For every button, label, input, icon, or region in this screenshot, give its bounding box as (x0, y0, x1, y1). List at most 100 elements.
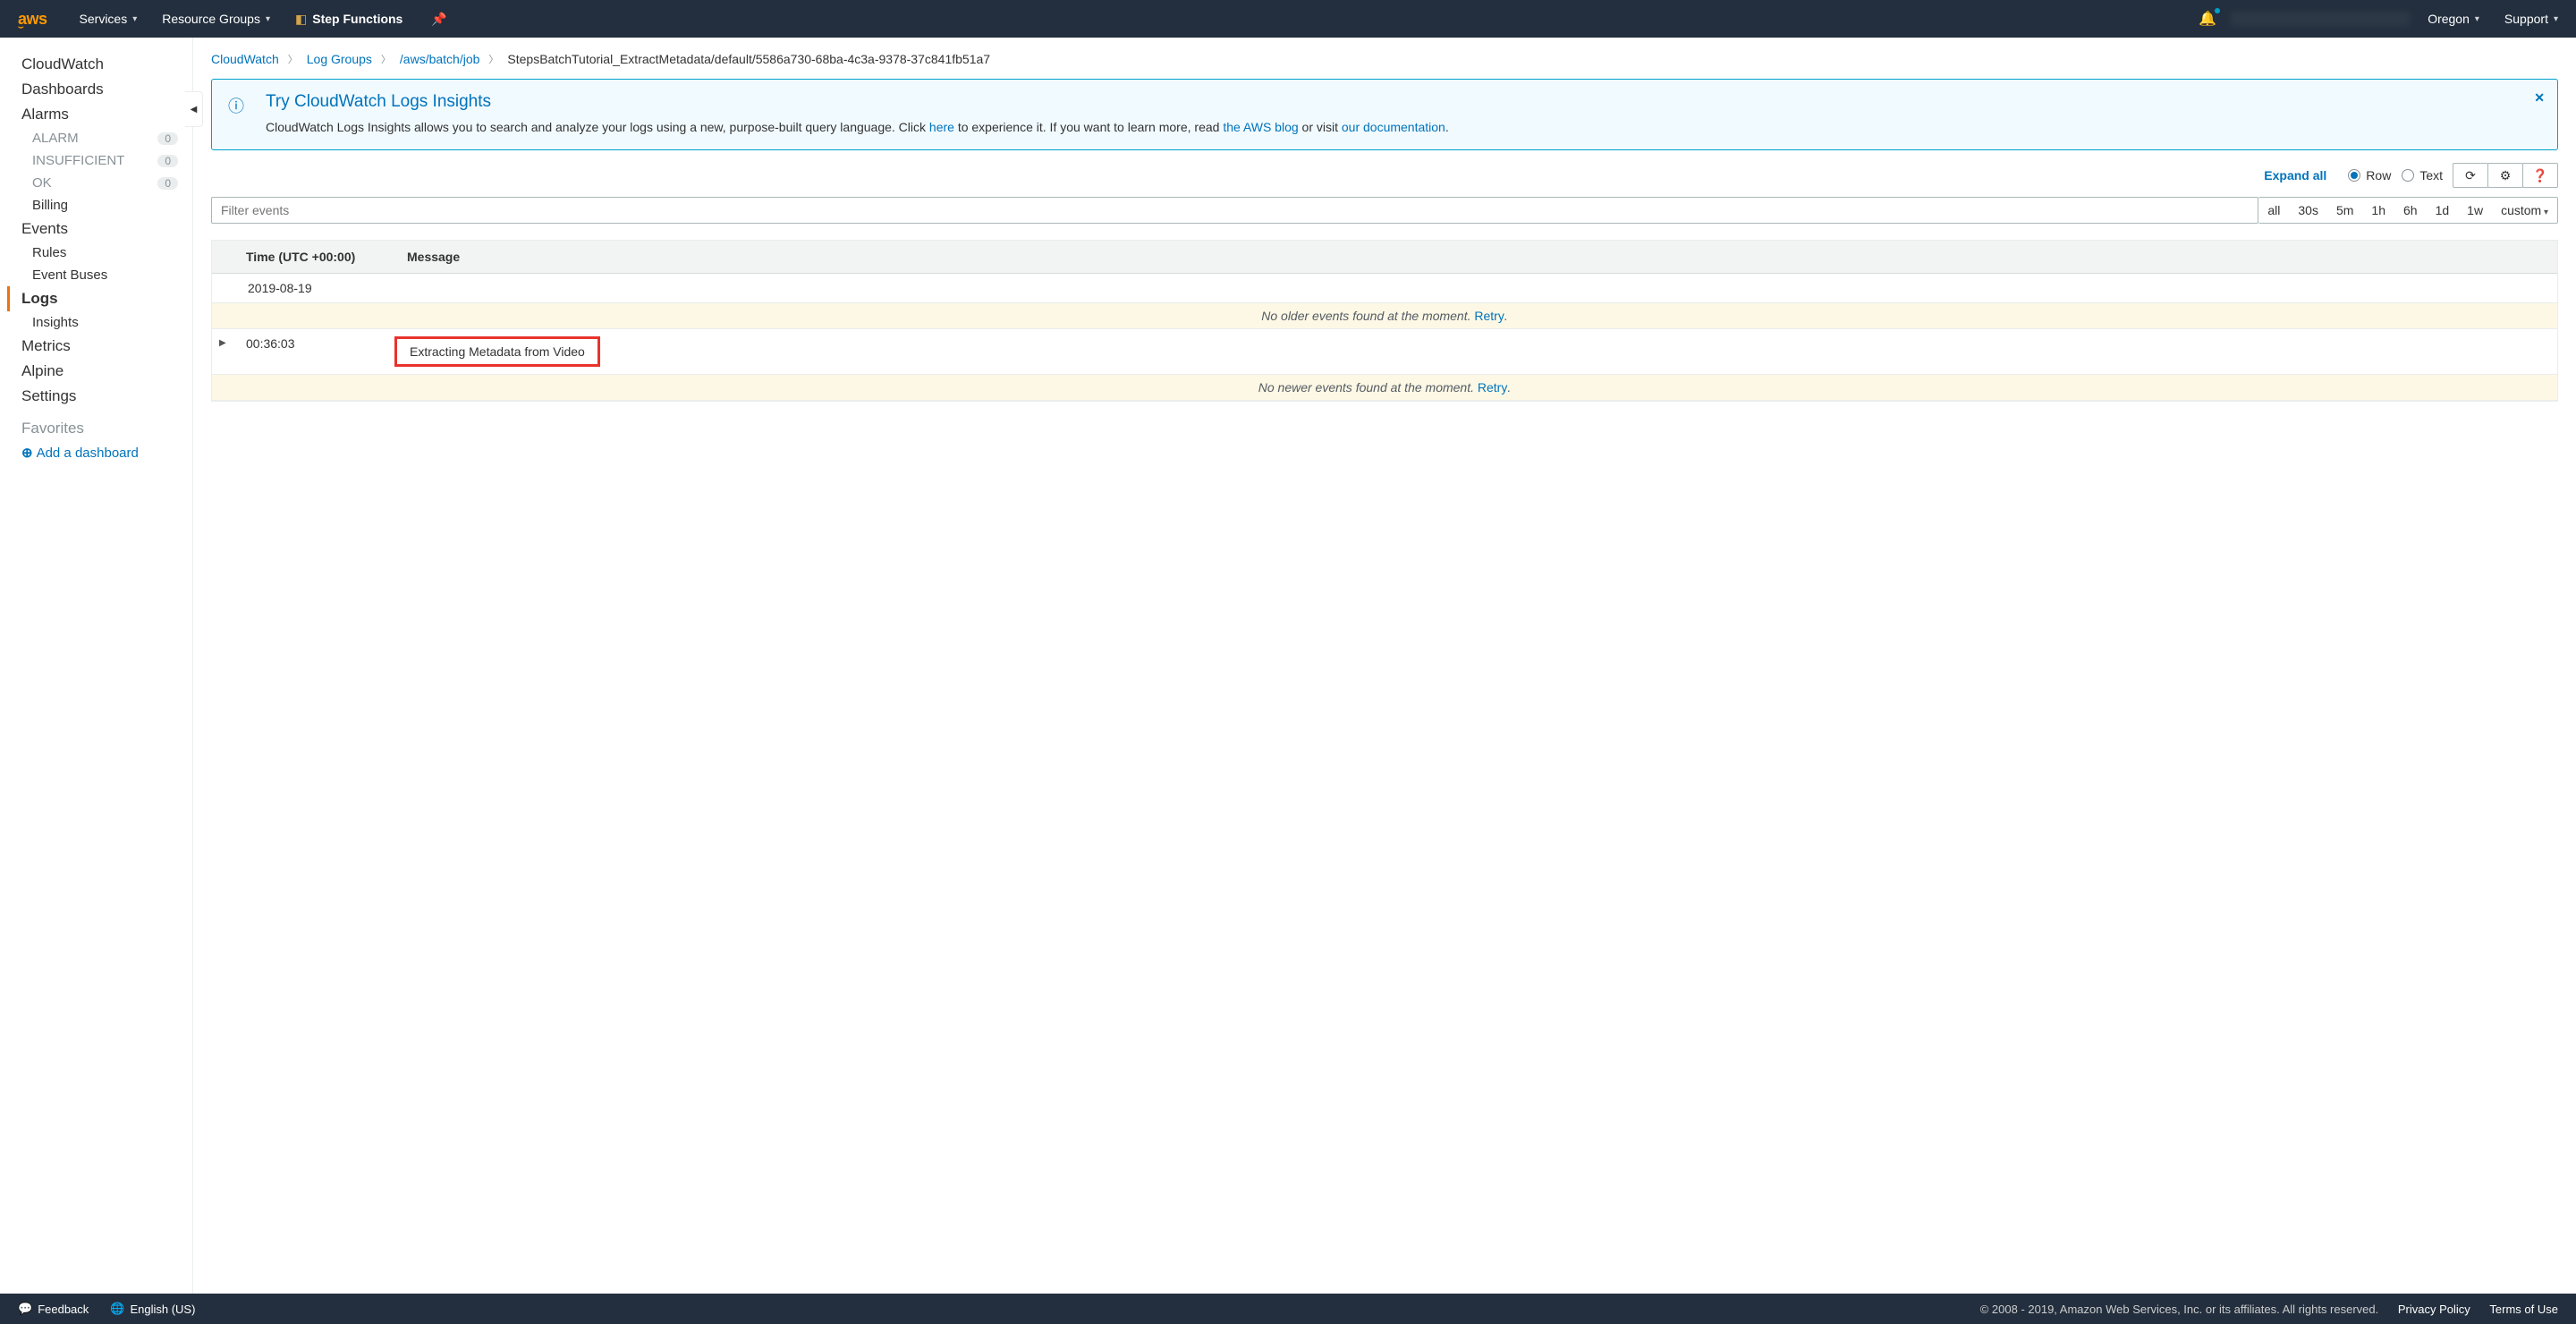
nav-step-functions[interactable]: ◧Step Functions (295, 12, 402, 27)
feedback-link[interactable]: 💬Feedback (18, 1302, 89, 1316)
highlighted-message: Extracting Metadata from Video (394, 336, 600, 367)
sidebar-ok-state[interactable]: OK0 (7, 172, 192, 194)
pill-all[interactable]: all (2258, 198, 2289, 223)
aws-logo[interactable]: aws⌣ (18, 10, 47, 29)
no-older-events-row: No older events found at the moment. Ret… (212, 303, 2557, 329)
sidebar-alarms[interactable]: Alarms (7, 102, 192, 127)
retry-older-link[interactable]: Retry (1474, 309, 1504, 323)
date-group-row: 2019-08-19 (212, 274, 2557, 303)
chevron-down-icon: ▾ (2554, 14, 2558, 24)
info-title: Try CloudWatch Logs Insights (266, 92, 1449, 112)
sidebar-logs[interactable]: Logs (7, 286, 192, 311)
pill-5m[interactable]: 5m (2327, 198, 2362, 223)
nav-support[interactable]: Support▾ (2504, 12, 2558, 26)
privacy-policy-link[interactable]: Privacy Policy (2398, 1303, 2470, 1316)
top-nav: aws⌣ Services▾ Resource Groups▾ ◧Step Fu… (0, 0, 2576, 38)
breadcrumb-current: StepsBatchTutorial_ExtractMetadata/defau… (507, 52, 990, 66)
sidebar-favorites-header: Favorites (7, 409, 192, 441)
nav-resource-groups[interactable]: Resource Groups▾ (162, 12, 270, 26)
count-badge: 0 (157, 132, 178, 145)
nav-services[interactable]: Services▾ (80, 12, 138, 26)
chat-icon: 💬 (18, 1302, 32, 1316)
pill-6h[interactable]: 6h (2394, 198, 2427, 223)
table-header: Time (UTC +00:00) Message (212, 241, 2557, 274)
pin-icon[interactable]: 📌 (431, 12, 446, 27)
log-entry-time: 00:36:03 (246, 336, 407, 367)
chevron-down-icon: ▾ (2475, 14, 2479, 24)
col-message-header[interactable]: Message (400, 241, 2557, 273)
chevron-down-icon: ▾ (266, 14, 270, 24)
chevron-right-icon: 〉 (381, 52, 391, 66)
radio-row-label: Row (2366, 168, 2391, 182)
log-events-table: Time (UTC +00:00) Message 2019-08-19 No … (211, 240, 2558, 402)
sidebar-billing[interactable]: Billing (7, 194, 192, 216)
refresh-icon: ⟳ (2465, 168, 2476, 183)
sidebar-dashboards[interactable]: Dashboards (7, 77, 192, 102)
collapse-sidebar-button[interactable]: ◀ (185, 91, 203, 127)
pill-1h[interactable]: 1h (2362, 198, 2394, 223)
help-button[interactable]: ❓ (2522, 163, 2558, 188)
info-link-docs[interactable]: our documentation (1342, 120, 1445, 134)
cube-icon: ◧ (295, 12, 307, 27)
breadcrumb-log-group-path[interactable]: /aws/batch/job (400, 52, 480, 66)
sidebar-settings[interactable]: Settings (7, 384, 192, 409)
info-icon: ⓘ (228, 94, 244, 137)
notification-bell-icon[interactable]: 🔔 (2199, 10, 2216, 28)
count-badge: 0 (157, 155, 178, 167)
refresh-button[interactable]: ⟳ (2453, 163, 2488, 188)
sidebar-insights[interactable]: Insights (7, 311, 192, 334)
pill-30s[interactable]: 30s (2289, 198, 2327, 223)
retry-newer-link[interactable]: Retry (1478, 380, 1507, 395)
expand-row-toggle[interactable]: ▶ (219, 336, 246, 367)
main-content: CloudWatch 〉 Log Groups 〉 /aws/batch/job… (193, 38, 2576, 1294)
help-icon: ❓ (2532, 168, 2547, 183)
radio-row[interactable] (2348, 169, 2360, 182)
view-mode-group: Row Text (2337, 168, 2443, 182)
sidebar-rules[interactable]: Rules (7, 242, 192, 264)
account-redacted (2231, 12, 2410, 26)
info-link-here[interactable]: here (929, 120, 954, 134)
sidebar-alarm-state[interactable]: ALARM0 (7, 127, 192, 149)
sidebar-event-buses[interactable]: Event Buses (7, 264, 192, 286)
notification-dot (2215, 8, 2220, 13)
filter-row: all 30s 5m 1h 6h 1d 1w custom (211, 197, 2558, 224)
sidebar: ◀ CloudWatch Dashboards Alarms ALARM0 IN… (0, 38, 193, 1294)
breadcrumb: CloudWatch 〉 Log Groups 〉 /aws/batch/job… (211, 52, 2558, 66)
no-newer-events-row: No newer events found at the moment. Ret… (212, 375, 2557, 401)
col-time-header[interactable]: Time (UTC +00:00) (239, 241, 400, 273)
sidebar-insufficient-state[interactable]: INSUFFICIENT0 (7, 149, 192, 172)
sidebar-metrics[interactable]: Metrics (7, 334, 192, 359)
log-entry-row: ▶ 00:36:03 Extracting Metadata from Vide… (212, 329, 2557, 375)
info-body: CloudWatch Logs Insights allows you to s… (266, 117, 1449, 137)
add-dashboard-link[interactable]: ⊕Add a dashboard (7, 441, 192, 464)
footer: 💬Feedback 🌐English (US) © 2008 - 2019, A… (0, 1294, 2576, 1324)
settings-button[interactable]: ⚙ (2487, 163, 2523, 188)
chevron-right-icon: 〉 (488, 52, 498, 66)
radio-text[interactable] (2402, 169, 2414, 182)
chevron-right-icon: 〉 (288, 52, 298, 66)
nav-region[interactable]: Oregon▾ (2428, 12, 2479, 26)
globe-icon: 🌐 (110, 1302, 124, 1316)
sidebar-alpine[interactable]: Alpine (7, 359, 192, 384)
breadcrumb-log-groups[interactable]: Log Groups (307, 52, 372, 66)
pill-1w[interactable]: 1w (2458, 198, 2492, 223)
log-entry-message: Extracting Metadata from Video (407, 336, 2550, 367)
pill-1d[interactable]: 1d (2427, 198, 2459, 223)
sidebar-events[interactable]: Events (7, 216, 192, 242)
close-icon[interactable]: ✕ (2534, 90, 2545, 106)
expand-all-link[interactable]: Expand all (2264, 168, 2326, 182)
controls-row: Expand all Row Text ⟳ ⚙ ❓ (211, 163, 2558, 188)
gear-icon: ⚙ (2500, 168, 2512, 183)
language-selector[interactable]: 🌐English (US) (110, 1302, 195, 1316)
breadcrumb-cloudwatch[interactable]: CloudWatch (211, 52, 279, 66)
radio-text-label: Text (2419, 168, 2443, 182)
copyright-text: © 2008 - 2019, Amazon Web Services, Inc.… (1980, 1303, 2379, 1316)
time-range-pills: all 30s 5m 1h 6h 1d 1w custom (2258, 197, 2558, 224)
filter-events-input[interactable] (211, 197, 2258, 224)
sidebar-cloudwatch[interactable]: CloudWatch (7, 52, 192, 77)
count-badge: 0 (157, 177, 178, 190)
info-link-blog[interactable]: the AWS blog (1223, 120, 1298, 134)
plus-icon: ⊕ (21, 445, 33, 461)
pill-custom[interactable]: custom (2492, 198, 2557, 223)
terms-of-use-link[interactable]: Terms of Use (2489, 1303, 2558, 1316)
